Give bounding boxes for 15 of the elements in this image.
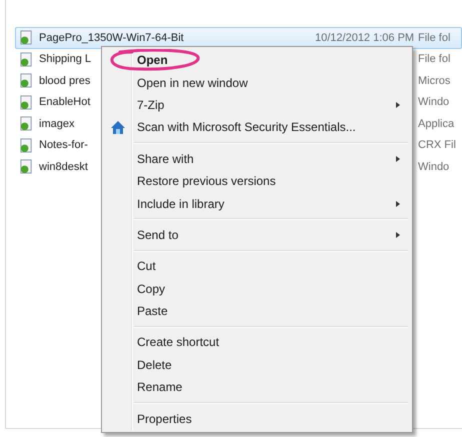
file-type: File fol: [418, 53, 450, 66]
file-name: Notes-for-: [39, 139, 88, 152]
file-name: Shipping L: [39, 53, 91, 66]
file-name: EnableHot: [39, 96, 90, 108]
file-name: PagePro_1350W-Win7-64-Bit: [39, 32, 184, 44]
file-date: 10/12/2012 1:06 PM: [315, 32, 414, 44]
file-name: imagex: [39, 118, 74, 130]
file-type: Micros: [418, 74, 450, 87]
file-type: File fol: [418, 32, 450, 44]
file-type: Applica: [418, 118, 454, 130]
file-type: CRX Fil: [418, 139, 456, 152]
file-name: win8deskt: [39, 160, 88, 173]
file-name: blood pres: [39, 74, 90, 87]
file-type: Windo: [418, 160, 450, 173]
file-type: Windo: [418, 96, 450, 108]
